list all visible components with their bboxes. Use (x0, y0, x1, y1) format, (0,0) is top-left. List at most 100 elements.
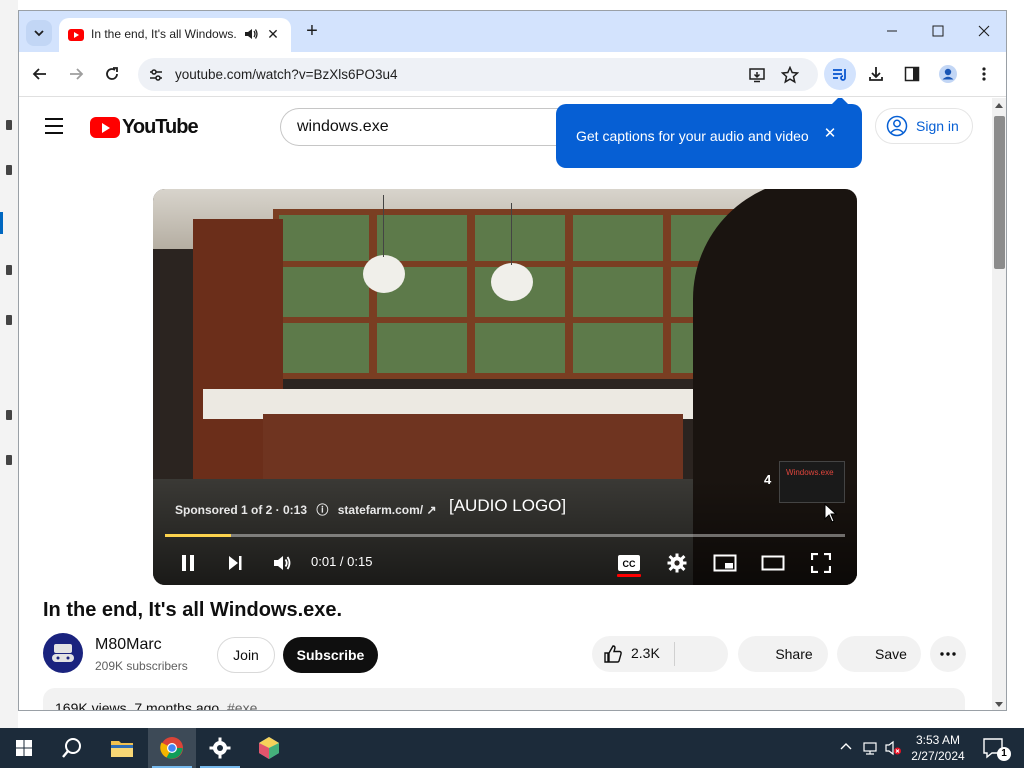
pause-button[interactable] (175, 550, 201, 576)
windows-taskbar: 3:53 AM 2/27/2024 1 (0, 728, 1024, 768)
volume-button[interactable] (269, 550, 295, 576)
hamburger-icon[interactable] (45, 118, 65, 134)
tooltip-text: Get captions for your audio and video (576, 128, 809, 144)
captions-active-indicator (617, 574, 641, 577)
fullscreen-icon (811, 553, 831, 573)
taskbar-clock[interactable]: 3:53 AM 2/27/2024 (906, 732, 970, 764)
profile-icon[interactable] (932, 58, 964, 90)
side-panel-icon[interactable] (896, 58, 928, 90)
video-controls-gradient (153, 479, 857, 585)
menu-dots-icon[interactable] (968, 58, 1000, 90)
tab-title: In the end, It's all Windows.exe - YouTu… (91, 27, 236, 41)
volume-icon (274, 556, 291, 570)
like-count[interactable]: 2.3K (631, 645, 660, 661)
back-icon[interactable] (28, 62, 52, 86)
save-button[interactable]: Save (837, 636, 921, 672)
ad-info: Sponsored 1 of 2 · 0:13 ⓘ statefarm.com/… (175, 501, 437, 518)
sign-in-label: Sign in (916, 118, 959, 134)
more-actions-button[interactable] (930, 636, 966, 672)
desktop-icon-fragment (6, 455, 12, 465)
media-control-button[interactable] (824, 58, 856, 90)
download-icon[interactable] (860, 58, 892, 90)
tab-search-button[interactable] (26, 20, 52, 46)
dislike-button[interactable] (676, 636, 728, 672)
desktop-edge (0, 0, 18, 728)
file-explorer-icon (111, 741, 133, 757)
address-bar[interactable]: youtube.com/watch?v=BzXls6PO3u4 (138, 58, 818, 91)
settings-taskbar-button[interactable] (196, 728, 244, 768)
youtube-logo[interactable]: YouTube (90, 116, 199, 138)
tooltip-close-icon[interactable]: ✕ (822, 126, 838, 142)
maximize-icon[interactable] (915, 17, 961, 45)
next-video-thumbnail-text: Windows.exe (786, 468, 834, 477)
share-button[interactable]: Share (738, 636, 828, 672)
description-box[interactable]: 169K views 7 months ago #exe (43, 688, 965, 711)
settings-button[interactable] (664, 550, 690, 576)
theater-mode-button[interactable] (760, 550, 786, 576)
captions-button[interactable]: CC (616, 550, 642, 576)
url-text[interactable]: youtube.com/watch?v=BzXls6PO3u4 (175, 67, 398, 82)
description-meta: 169K views 7 months ago #exe (55, 700, 257, 711)
network-icon[interactable] (862, 740, 878, 756)
clock-time: 3:53 AM (915, 733, 961, 747)
pause-icon (182, 555, 194, 571)
next-button[interactable] (222, 550, 248, 576)
like-dislike-group: 2.3K (592, 636, 728, 672)
audio-playing-icon[interactable] (243, 26, 259, 42)
reload-icon[interactable] (100, 62, 124, 86)
like-divider (674, 642, 675, 666)
subscriber-count: 209K subscribers (95, 659, 188, 673)
sign-in-button[interactable]: Sign in (875, 108, 973, 144)
chrome-taskbar-button[interactable] (148, 728, 196, 768)
ad-info-icon[interactable]: ⓘ (316, 503, 328, 517)
scrollbar-thumb[interactable] (994, 116, 1005, 269)
taskbar-search-button[interactable] (48, 728, 96, 768)
browser-toolbar: youtube.com/watch?v=BzXls6PO3u4 (19, 52, 1006, 97)
site-info-icon[interactable] (148, 67, 164, 83)
skip-countdown: 4 (764, 472, 772, 487)
search-query[interactable]: windows.exe (297, 118, 389, 136)
install-app-icon[interactable] (748, 66, 766, 84)
new-tab-icon[interactable]: + (301, 21, 323, 43)
scroll-down-icon[interactable] (995, 702, 1003, 707)
page-scrollbar[interactable] (992, 98, 1006, 710)
file-explorer-button[interactable] (98, 728, 146, 768)
next-video-thumbnail[interactable]: Windows.exe (779, 461, 845, 503)
subscribe-button[interactable]: Subscribe (283, 637, 378, 673)
media-control-icon (833, 69, 846, 81)
fullscreen-button[interactable] (808, 550, 834, 576)
scroll-up-icon[interactable] (995, 103, 1003, 108)
gamepad-icon (52, 644, 74, 662)
bookmark-star-icon[interactable] (781, 66, 799, 84)
start-button[interactable] (0, 728, 48, 768)
youtube-logo-icon (90, 116, 120, 138)
tab-close-icon[interactable]: ✕ (265, 26, 281, 42)
external-link-icon[interactable]: ↗ (426, 503, 436, 517)
captions-tooltip: Get captions for your audio and video ✕ (556, 98, 862, 168)
video-title: In the end, It's all Windows.exe. (43, 599, 343, 621)
cc-icon: CC (618, 555, 640, 571)
channel-avatar[interactable] (43, 633, 83, 673)
account-icon (886, 115, 908, 137)
miniplayer-button[interactable] (712, 550, 738, 576)
forward-icon[interactable] (64, 62, 88, 86)
app-taskbar-button[interactable] (245, 728, 293, 768)
tab-strip: In the end, It's all Windows.exe - YouTu… (19, 11, 1006, 52)
video-player[interactable]: Sponsored 1 of 2 · 0:13 ⓘ statefarm.com/… (153, 189, 857, 585)
view-count: 169K views (55, 700, 127, 711)
browser-tab[interactable]: In the end, It's all Windows.exe - YouTu… (59, 18, 291, 52)
notification-center-button[interactable]: 1 (978, 734, 1011, 762)
like-icon[interactable] (603, 644, 623, 664)
channel-name[interactable]: M80Marc (95, 636, 162, 654)
ad-domain-link[interactable]: statefarm.com/ (338, 503, 423, 517)
hashtag-link[interactable]: #exe (227, 700, 257, 710)
minimize-icon[interactable] (869, 17, 915, 45)
search-input[interactable]: windows.exe (280, 108, 600, 146)
miniplayer-icon (713, 554, 737, 572)
join-button[interactable]: Join (217, 637, 275, 673)
desktop-icon-fragment (6, 120, 12, 130)
volume-muted-icon[interactable] (884, 740, 901, 756)
show-hidden-icons-icon[interactable] (838, 740, 854, 756)
progress-bar[interactable] (165, 534, 845, 537)
window-close-icon[interactable] (961, 17, 1006, 45)
